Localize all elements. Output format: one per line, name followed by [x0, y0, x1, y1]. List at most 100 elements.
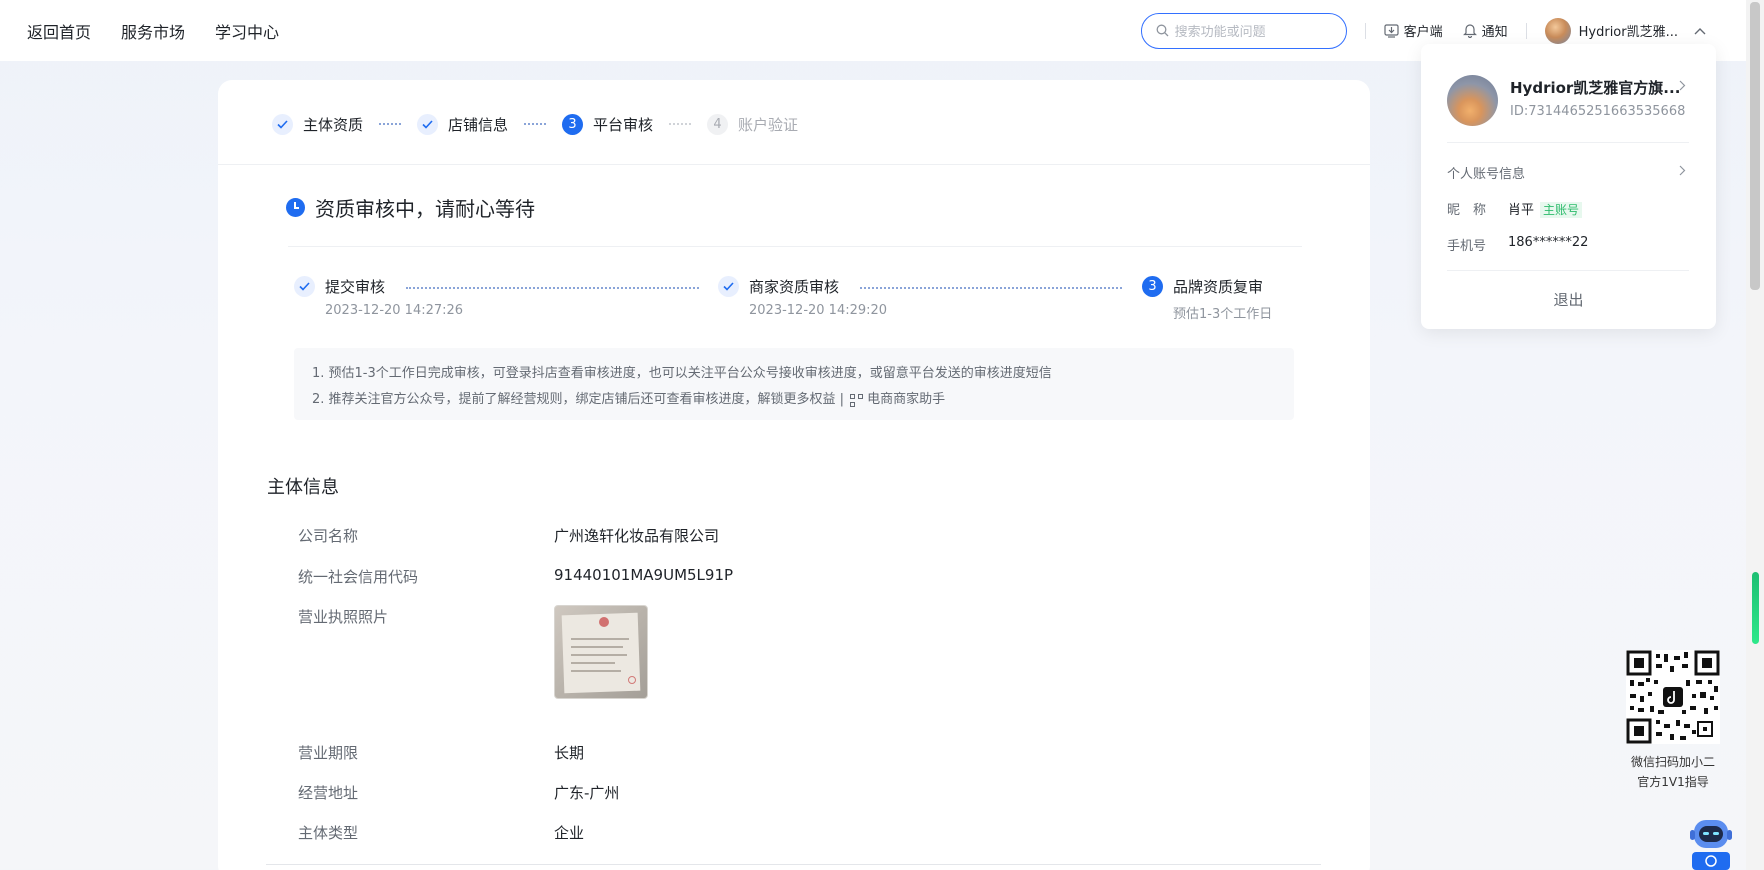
info-label: 统一社会信用代码 — [298, 568, 419, 586]
progress-connector — [406, 287, 699, 289]
search-input[interactable]: 搜索功能或问题 — [1140, 12, 1347, 49]
info-row-address: 经营地址 广东-广州 — [298, 782, 619, 803]
step-number: 3 — [1142, 276, 1163, 297]
progress-connector — [860, 287, 1122, 289]
step-label: 店铺信息 — [448, 115, 509, 134]
divider — [1525, 22, 1527, 39]
progress-time: 2023-12-20 14:27:26 — [325, 303, 464, 318]
progress-step-brand-review: 3 品牌资质复审 预估1-3个工作日 — [1142, 276, 1272, 322]
clock-icon — [286, 198, 305, 217]
wechat-qr-widget[interactable]: 微信扫码加小二 官方1V1指导 — [1617, 650, 1729, 800]
note-line: 2. 推荐关注官方公众号，提前了解经营规则，绑定店铺后还可查看审核进度，解锁更多… — [312, 387, 1276, 413]
divider — [1447, 142, 1689, 143]
phone-value: 186******22 — [1508, 235, 1589, 250]
download-icon — [1383, 23, 1399, 38]
scroll-indicator — [1752, 572, 1759, 644]
info-value: 91440101MA9UM5L91P — [554, 566, 734, 584]
section-title: 主体信息 — [267, 477, 339, 498]
logout-button[interactable]: 退出 — [1421, 289, 1716, 310]
store-name[interactable]: Hydrior凯芝雅官方旗... — [1510, 77, 1680, 98]
note-line: 1. 预估1-3个工作日完成审核，可登录抖店查看审核进度，也可以关注平台公众号接… — [312, 366, 1052, 381]
divider — [1364, 22, 1366, 39]
nickname-text: 肖平 — [1508, 203, 1535, 218]
scrollbar-thumb[interactable] — [1750, 2, 1760, 290]
qr-code-icon — [850, 393, 864, 407]
chevron-right-icon[interactable] — [1679, 165, 1686, 176]
progress-label: 提交审核 — [325, 278, 386, 296]
review-status-title: 资质审核中，请耐心等待 — [286, 193, 535, 222]
note-text: 2. 推荐关注官方公众号，提前了解经营规则，绑定店铺后还可查看审核进度，解锁更多… — [312, 392, 845, 407]
search-icon — [1156, 24, 1169, 37]
info-label: 营业执照照片 — [298, 608, 389, 626]
step-connector — [379, 123, 402, 125]
status-text: 资质审核中，请耐心等待 — [315, 197, 535, 221]
check-icon — [294, 276, 315, 297]
chevron-up-icon[interactable] — [1694, 27, 1706, 35]
qr-code — [1626, 650, 1720, 744]
business-license-image[interactable] — [554, 605, 648, 699]
assistant-link[interactable]: 电商商家助手 — [867, 387, 945, 413]
progress-label: 商家资质审核 — [749, 278, 840, 296]
info-label: 营业期限 — [298, 744, 359, 762]
nickname-label: 昵 称 — [1447, 203, 1487, 218]
qr-caption-line2: 官方1V1指导 — [1637, 775, 1709, 789]
info-value: 长期 — [554, 744, 585, 762]
info-row-company: 公司名称 广州逸轩化妆品有限公司 — [298, 525, 719, 546]
review-progress: 提交审核 2023-12-20 14:27:26 商家资质审核 2023-12-… — [294, 276, 1304, 326]
step-number: 3 — [562, 113, 584, 135]
info-label: 经营地址 — [298, 784, 359, 802]
account-info-link[interactable]: 个人账号信息 — [1447, 163, 1525, 182]
progress-label: 品牌资质复审 — [1173, 278, 1264, 296]
notification-button[interactable]: 通知 — [1462, 21, 1508, 40]
check-icon — [272, 113, 293, 135]
info-row-subject-type: 主体类型 企业 — [298, 822, 584, 843]
chevron-right-icon[interactable] — [1679, 80, 1686, 91]
check-icon — [417, 113, 439, 135]
step-connector — [524, 123, 547, 125]
info-value: 广东-广州 — [554, 784, 620, 802]
review-notes: 1. 预估1-3个工作日完成审核，可登录抖店查看审核进度，也可以关注平台公众号接… — [294, 348, 1294, 420]
avatar — [1447, 75, 1498, 126]
nickname-value: 肖平 主账号 — [1508, 199, 1583, 218]
step-label: 平台审核 — [593, 115, 654, 134]
info-value: 广州逸轩化妆品有限公司 — [554, 527, 720, 545]
nav-learning-center-link[interactable]: 学习中心 — [215, 19, 279, 43]
page-scrollbar[interactable] — [1746, 0, 1764, 870]
divider — [266, 864, 1321, 865]
account-id: ID:7314465251663535668 — [1510, 104, 1686, 119]
step-label: 账户验证 — [738, 115, 799, 134]
progress-time: 预估1-3个工作日 — [1173, 307, 1273, 322]
info-label: 公司名称 — [298, 527, 359, 545]
info-row-license: 营业执照照片 — [298, 606, 554, 627]
info-value: 企业 — [554, 824, 585, 842]
nav-home-link[interactable]: 返回首页 — [27, 19, 91, 43]
user-avatar[interactable] — [1544, 17, 1571, 44]
info-row-term: 营业期限 长期 — [298, 742, 584, 763]
check-icon — [718, 276, 739, 297]
step-label: 主体资质 — [303, 115, 364, 134]
phone-label: 手机号 — [1447, 239, 1487, 254]
main-card: 主体资质 店铺信息 3 平台审核 4 账户验证 资质审核中，请耐心等待 提交审核… — [218, 80, 1370, 870]
client-label: 客户端 — [1403, 25, 1443, 40]
search-placeholder: 搜索功能或问题 — [1174, 25, 1266, 40]
divider — [288, 246, 1302, 247]
nav-service-market-link[interactable]: 服务市场 — [121, 19, 185, 43]
divider — [218, 164, 1370, 165]
progress-step-submit: 提交审核 2023-12-20 14:27:26 — [294, 276, 463, 318]
step-store-info: 店铺信息 — [417, 113, 509, 135]
step-subject-qualification: 主体资质 — [272, 113, 364, 135]
progress-step-merchant-review: 商家资质审核 2023-12-20 14:29:20 — [718, 276, 887, 318]
step-number: 4 — [707, 113, 729, 135]
qr-caption-line1: 微信扫码加小二 — [1630, 755, 1715, 769]
assistant-robot-icon[interactable] — [1690, 814, 1732, 870]
user-dropdown-panel: Hydrior凯芝雅官方旗... ID:7314465251663535668 … — [1421, 44, 1716, 329]
client-download-button[interactable]: 客户端 — [1383, 21, 1443, 40]
main-account-badge: 主账号 — [1540, 202, 1583, 218]
user-name[interactable]: Hydrior凯芝雅... — [1579, 21, 1678, 40]
step-account-verify: 4 账户验证 — [707, 113, 799, 135]
divider — [1447, 270, 1689, 271]
info-label: 主体类型 — [298, 824, 359, 842]
step-connector — [669, 123, 692, 125]
step-platform-review: 3 平台审核 — [562, 113, 654, 135]
info-row-credit-code: 统一社会信用代码 91440101MA9UM5L91P — [298, 566, 733, 587]
